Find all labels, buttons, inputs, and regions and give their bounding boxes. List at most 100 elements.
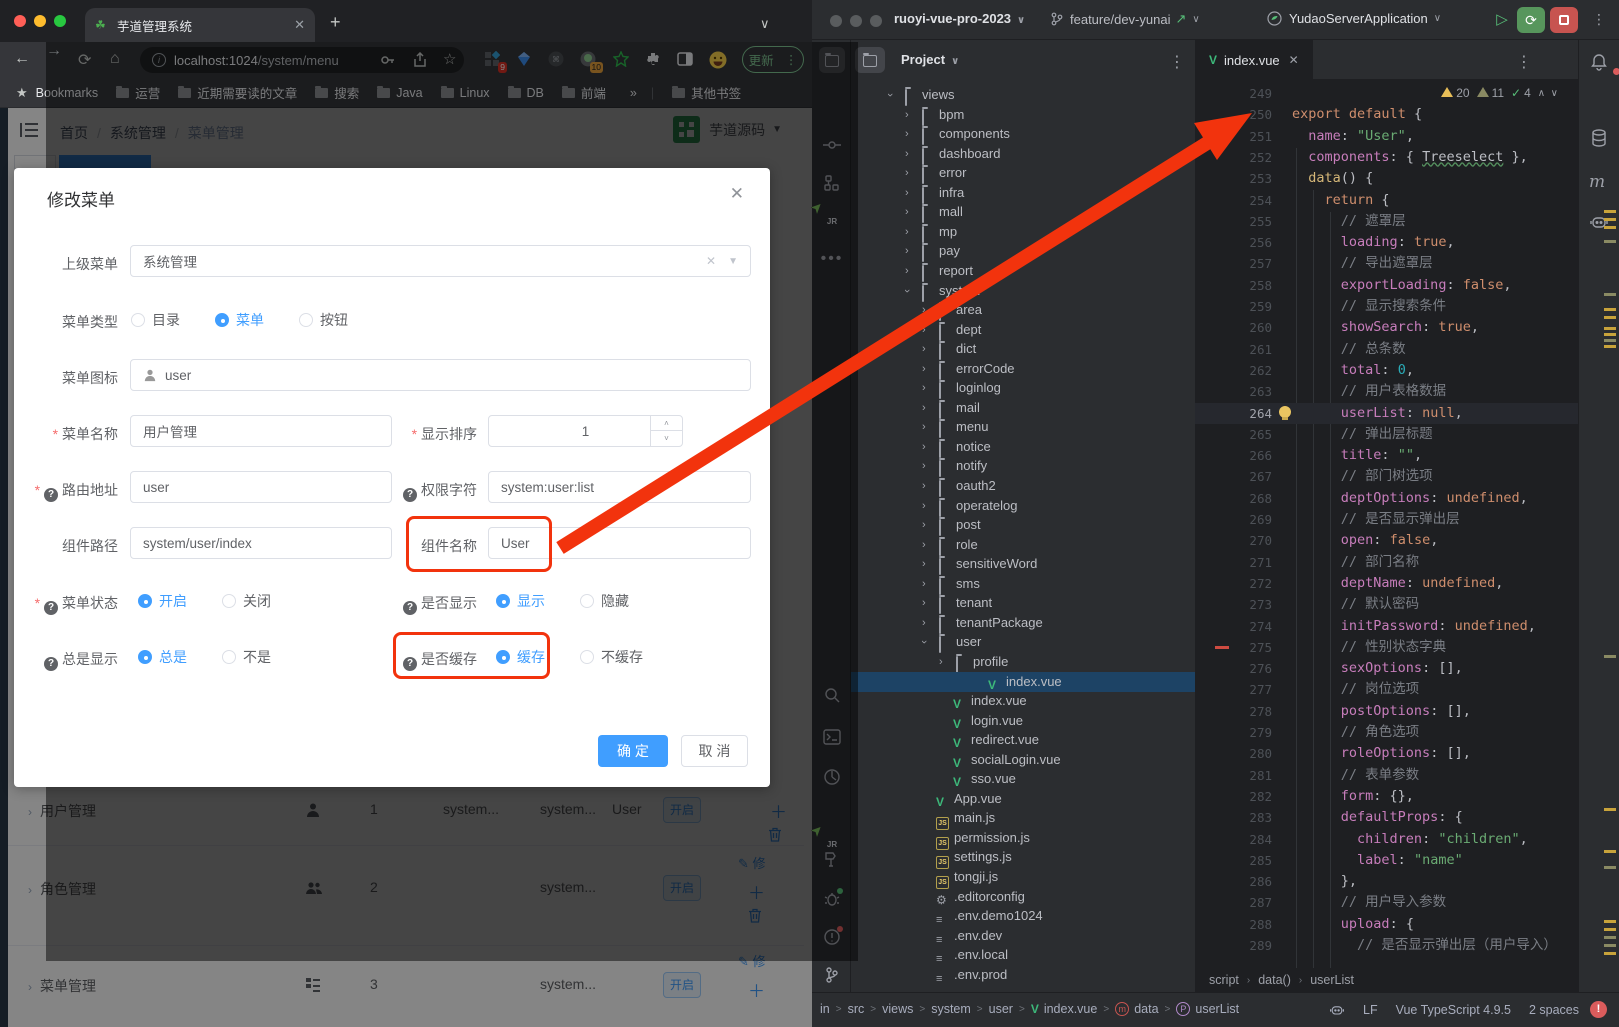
code-line-280[interactable]: 280 roleOptions: [], [1195, 743, 1578, 764]
status-breadcrumb[interactable]: in>src>views>system>user>Vindex.vue>mdat… [820, 1002, 1239, 1016]
radio-option[interactable]: 目录 [131, 310, 180, 330]
maven-tool-icon[interactable]: m [1589, 172, 1605, 192]
code-line-262[interactable]: 262 total: 0, [1195, 360, 1578, 381]
tree-item-sensitiveWord[interactable]: ›sensitiveWord [851, 554, 1195, 574]
menu-name-input[interactable]: 用户管理 [130, 415, 392, 447]
window-zoom-button[interactable] [54, 15, 66, 27]
help-icon[interactable]: ? [403, 601, 417, 615]
notifications-bell-icon[interactable] [1589, 52, 1609, 77]
stop-button[interactable] [1550, 7, 1578, 33]
tree-item-notify[interactable]: ›notify [851, 456, 1195, 476]
tree-item-mall[interactable]: ›mall [851, 202, 1195, 222]
code-line-284[interactable]: 284 children: "children", [1195, 829, 1578, 850]
code-line-260[interactable]: 260 showSearch: true, [1195, 317, 1578, 338]
tree-arrow-icon[interactable]: › [922, 476, 926, 496]
code-line-274[interactable]: 274 initPassword: undefined, [1195, 616, 1578, 637]
code-line-270[interactable]: 270 open: false, [1195, 530, 1578, 551]
status-path-item[interactable]: in [820, 1002, 830, 1016]
copilot-status-icon[interactable] [1329, 1002, 1345, 1018]
tree-item-tenant[interactable]: ›tenant [851, 593, 1195, 613]
tree-item--editorconfig[interactable]: ⚙.editorconfig [851, 887, 1195, 907]
project-view-button[interactable] [855, 47, 885, 73]
code-line-250[interactable]: 250export default { [1195, 104, 1578, 125]
code-line-255[interactable]: 255 // 遮罩层 [1195, 211, 1578, 232]
tree-arrow-icon[interactable]: › [905, 183, 909, 203]
tree-arrow-icon[interactable]: › [914, 641, 934, 645]
error-status-icon[interactable]: ! [1590, 1001, 1607, 1018]
tree-item-App-vue[interactable]: VApp.vue [851, 789, 1195, 809]
tree-item--env-local[interactable]: ≡.env.local [851, 945, 1195, 965]
tree-item-role[interactable]: ›role [851, 535, 1195, 555]
radio-option[interactable]: 按钮 [299, 310, 348, 330]
code-line-289[interactable]: 289 // 是否显示弹出层（用户导入） [1195, 935, 1578, 956]
tree-item-loginlog[interactable]: ›loginlog [851, 378, 1195, 398]
code-line-258[interactable]: 258 exportLoading: false, [1195, 275, 1578, 296]
dialog-close-icon[interactable]: ✕ [730, 184, 744, 204]
code-line-264[interactable]: 264 userList: null, [1195, 403, 1578, 424]
code-line-282[interactable]: 282 form: {}, [1195, 786, 1578, 807]
run-button[interactable]: ▷ [1488, 7, 1516, 33]
tree-item-mp[interactable]: ›mp [851, 222, 1195, 242]
tree-item-notice[interactable]: ›notice [851, 437, 1195, 457]
tree-item-dept[interactable]: ›dept [851, 320, 1195, 340]
tree-item-settings-js[interactable]: JSsettings.js [851, 847, 1195, 867]
tree-item-sso-vue[interactable]: Vsso.vue [851, 769, 1195, 789]
tree-item-views[interactable]: ›views [851, 85, 1195, 105]
code-line-269[interactable]: 269 // 是否显示弹出层 [1195, 509, 1578, 530]
code-line-273[interactable]: 273 // 默认密码 [1195, 594, 1578, 615]
window-close-button[interactable] [14, 15, 26, 27]
tree-item-oauth2[interactable]: ›oauth2 [851, 476, 1195, 496]
number-stepper[interactable]: ˄˅ [650, 416, 682, 446]
panel-title[interactable]: Project∨ [901, 52, 959, 67]
tree-item-redirect-vue[interactable]: Vredirect.vue [851, 730, 1195, 750]
radio-option[interactable]: 隐藏 [580, 591, 629, 611]
tab-close-icon[interactable]: ✕ [1289, 53, 1299, 67]
code-line-287[interactable]: 287 // 用户导入参数 [1195, 892, 1578, 913]
tree-item-mail[interactable]: ›mail [851, 398, 1195, 418]
code-line-265[interactable]: 265 // 弹出层标题 [1195, 424, 1578, 445]
tree-arrow-icon[interactable]: › [922, 437, 926, 457]
tree-item-errorCode[interactable]: ›errorCode [851, 359, 1195, 379]
editor-breadcrumbs[interactable]: script›data()›userList [1195, 968, 1578, 992]
tree-item-index-vue[interactable]: Vindex.vue [851, 672, 1195, 692]
panel-options-kebab-icon[interactable]: ⋮ [1169, 52, 1185, 72]
clear-icon[interactable]: ✕ [706, 254, 716, 268]
tree-arrow-icon[interactable]: › [939, 652, 943, 672]
code-line-272[interactable]: 272 deptName: undefined, [1195, 573, 1578, 594]
ai-bot-tool-icon[interactable] [1589, 212, 1609, 237]
code-line-279[interactable]: 279 // 角色选项 [1195, 722, 1578, 743]
editor-options-kebab-icon[interactable]: ⋮ [1516, 52, 1532, 72]
tree-item-menu[interactable]: ›menu [851, 417, 1195, 437]
tree-arrow-icon[interactable]: › [897, 289, 917, 293]
tree-arrow-icon[interactable]: › [905, 261, 909, 281]
code-line-281[interactable]: 281 // 表单参数 [1195, 765, 1578, 786]
code-line-271[interactable]: 271 // 部门名称 [1195, 552, 1578, 573]
help-icon[interactable]: ? [44, 657, 58, 671]
code-line-285[interactable]: 285 label: "name" [1195, 850, 1578, 871]
radio-option[interactable]: 缓存 [496, 647, 545, 667]
editor-crumb[interactable]: data() [1258, 973, 1291, 987]
tree-item-error[interactable]: ›error [851, 163, 1195, 183]
tree-item-profile[interactable]: ›profile [851, 652, 1195, 672]
tree-arrow-icon[interactable]: › [922, 535, 926, 555]
code-editor[interactable]: 249250export default {251 name: "User",2… [1195, 80, 1578, 968]
radio-option[interactable]: 开启 [138, 591, 187, 611]
tree-item-system[interactable]: ›system [851, 281, 1195, 301]
tree-arrow-icon[interactable]: › [922, 554, 926, 574]
tree-arrow-icon[interactable]: › [905, 241, 909, 261]
tree-item--env-prod[interactable]: ≡.env.prod [851, 965, 1195, 985]
tree-arrow-icon[interactable]: › [922, 593, 926, 613]
editor-tab-indexvue[interactable]: V index.vue ✕ [1195, 40, 1313, 80]
code-line-268[interactable]: 268 deptOptions: undefined, [1195, 488, 1578, 509]
tree-item-report[interactable]: ›report [851, 261, 1195, 281]
permission-input[interactable]: system:user:list [488, 471, 751, 503]
project-switcher[interactable]: ruoyi-vue-pro-2023∨ [894, 11, 1025, 26]
back-icon[interactable]: ← [14, 50, 30, 68]
ide-menu-kebab-icon[interactable]: ⋮ [1592, 11, 1606, 28]
radio-option[interactable]: 总是 [138, 647, 187, 667]
tree-item-infra[interactable]: ›infra [851, 183, 1195, 203]
code-line-263[interactable]: 263 // 用户表格数据 [1195, 381, 1578, 402]
tree-arrow-icon[interactable]: › [922, 456, 926, 476]
tree-arrow-icon[interactable]: › [905, 124, 909, 144]
code-line-275[interactable]: 275 // 性别状态字典 [1195, 637, 1578, 658]
